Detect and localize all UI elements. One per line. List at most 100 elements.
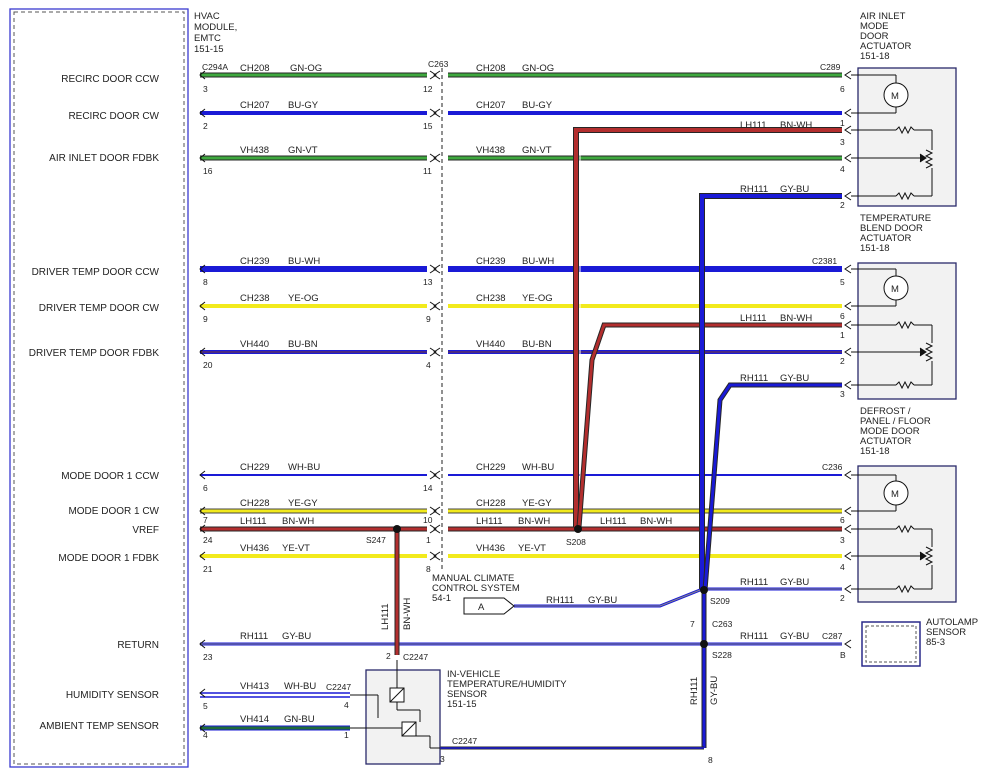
wire-label-rh111-autolamp: RH111 — [740, 631, 768, 642]
module-signal-labels: RECIRC DOOR CCW RECIRC DOOR CW AIR INLET… — [29, 74, 160, 732]
defrost-t4: 151-18 — [860, 446, 890, 457]
wire-label-ch207-r: CH207 — [476, 100, 506, 111]
apin-c263-7: 7 — [690, 619, 695, 629]
wire-label-vh440-l: VH440 — [240, 339, 269, 350]
in-vehicle-sensor-title: IN-VEHICLE TEMPERATURE/HUMIDITY SENSOR 1… — [447, 669, 567, 710]
ipin-2: 11 — [423, 166, 432, 176]
wire-color-ch239-l: BU-WH — [288, 256, 320, 267]
wire-label-ch208-r: CH208 — [476, 63, 506, 74]
wire-label-ch207-l: CH207 — [240, 100, 270, 111]
wire-color-rh111-vert: GY-BU — [709, 676, 720, 705]
wire-color-lh111-m: BN-WH — [518, 516, 550, 527]
module-pin-numbers: 3 2 16 8 9 20 6 7 24 21 23 5 4 — [203, 84, 213, 740]
hvac-title-1: HVAC — [194, 11, 220, 22]
wire-color-vh436-l: YE-VT — [282, 543, 310, 554]
ipin-0: 12 — [423, 84, 433, 94]
wire-color-ch239-r: BU-WH — [522, 256, 554, 267]
mpin-2: 16 — [203, 166, 213, 176]
wire-color-rh111-return: GY-BU — [282, 631, 311, 642]
wire-label-ch229-l: CH229 — [240, 462, 270, 473]
splice-s209 — [700, 586, 708, 594]
svg-text:M: M — [891, 284, 899, 295]
mpin-5: 20 — [203, 360, 213, 370]
wire-label-lh111-l: LH111 — [240, 516, 267, 527]
ref-a-flag[interactable] — [463, 597, 515, 615]
wire-label-lh111-r: LH111 — [600, 516, 627, 527]
wire-label-lh111-temp: LH111 — [740, 313, 767, 324]
wire-label-ch228-r: CH228 — [476, 498, 506, 509]
wire-label-rh111-return: RH111 — [240, 631, 268, 642]
wire-color-vh436-r: YE-VT — [518, 543, 546, 554]
wire-color-ch228-l: YE-GY — [288, 498, 318, 509]
connector-c263-b: C263 — [712, 619, 733, 629]
label-driver-temp-cw: DRIVER TEMP DOOR CW — [39, 303, 160, 314]
mpin-7: 7 — [203, 515, 208, 525]
mpin-3: 8 — [203, 277, 208, 287]
wire-color-ch208-r: GN-OG — [522, 63, 554, 74]
splice-s228-label: S228 — [712, 650, 732, 660]
manual-cc-t2: 54-1 — [432, 593, 451, 604]
wire-color-ch229-r: WH-BU — [522, 462, 554, 473]
apin-sensor-3: 3 — [440, 754, 445, 764]
splice-s208-label: S208 — [566, 537, 586, 547]
actuator-arrows — [844, 70, 852, 649]
wire-color-vh414: GN-BU — [284, 714, 315, 725]
wire-color-rh111-air: GY-BU — [780, 184, 809, 195]
wire-label-vh438-l: VH438 — [240, 145, 269, 156]
wire-label-vh414: VH414 — [240, 714, 269, 725]
apin-autolamp-b: B — [840, 650, 846, 660]
apin-sensor-1: 1 — [344, 730, 349, 740]
label-vref: VREF — [132, 525, 159, 536]
wire-label-vh413: VH413 — [240, 681, 269, 692]
defrost-actuator-title: DEFROST / PANEL / FLOOR MODE DOOR ACTUAT… — [860, 406, 931, 457]
apin-temp-6: 6 — [840, 311, 845, 321]
label-mode-cw: MODE DOOR 1 CW — [68, 506, 159, 517]
apin-def-4: 4 — [840, 562, 845, 572]
wire-label-rh111-defrost: RH111 — [740, 577, 768, 588]
apin-temp-3: 3 — [840, 389, 845, 399]
autolamp-title: AUTOLAMP SENSOR 85-3 — [926, 617, 978, 648]
air-inlet-actuator-title: AIR INLET MODE DOOR ACTUATOR 151-18 — [860, 11, 912, 62]
mpin-11: 5 — [203, 701, 208, 711]
label-recirc-ccw: RECIRC DOOR CCW — [61, 74, 159, 85]
label-ambient-temp: AMBIENT TEMP SENSOR — [40, 721, 159, 732]
wire-color-ch228-r: YE-GY — [522, 498, 552, 509]
wire-color-lh111-temp: BN-WH — [780, 313, 812, 324]
wire-label-lh111-m: LH111 — [476, 516, 503, 527]
connector-c2247-b: C2247 — [326, 682, 351, 692]
wire-color-rh111-a: GY-BU — [588, 595, 617, 606]
wire-color-vh440-r: BU-BN — [522, 339, 552, 350]
wire-color-rh111-temp: GY-BU — [780, 373, 809, 384]
mpin-6: 6 — [203, 483, 208, 493]
wire-color-ch208-l: GN-OG — [290, 63, 322, 74]
wire-color-rh111-autolamp: GY-BU — [780, 631, 809, 642]
wire-color-lh111-vert: BN-WH — [402, 598, 413, 630]
label-humidity: HUMIDITY SENSOR — [66, 690, 159, 701]
wire-label-rh111-vert: RH111 — [689, 677, 700, 705]
apin-def-6: 6 — [840, 515, 845, 525]
apin-temp-2: 2 — [840, 356, 845, 366]
label-driver-temp-ccw: DRIVER TEMP DOOR CCW — [32, 267, 160, 278]
connector-c2247-c: C2247 — [452, 736, 477, 746]
wire-label-ch238-r: CH238 — [476, 293, 506, 304]
apin-air-4: 4 — [840, 164, 845, 174]
mpin-4: 9 — [203, 314, 208, 324]
in-vehicle-t3: 151-15 — [447, 699, 477, 710]
splice-s247-label: S247 — [366, 535, 386, 545]
wire-label-rh111-a: RH111 — [546, 595, 574, 606]
temp-blend-t3: 151-18 — [860, 243, 890, 254]
wire-label-ch228-l: CH228 — [240, 498, 270, 509]
wire-rh111-temp-blend-outline — [702, 382, 842, 591]
ipin-7: 10 — [423, 515, 433, 525]
label-return: RETURN — [117, 640, 159, 651]
connector-c287: C287 — [822, 631, 843, 641]
wire-label-vh438-r: VH438 — [476, 145, 505, 156]
label-recirc-cw: RECIRC DOOR CW — [68, 111, 159, 122]
temp-blend-actuator-title: TEMPERATURE BLEND DOOR ACTUATOR 151-18 — [860, 213, 931, 254]
connector-c263: C263 — [428, 59, 449, 69]
label-driver-temp-fdbk: DRIVER TEMP DOOR FDBK — [29, 348, 160, 359]
ipin-1: 15 — [423, 121, 433, 131]
ipin-9: 8 — [426, 564, 431, 574]
svg-text:M: M — [891, 489, 899, 500]
wire-color-vh438-r: GN-VT — [522, 145, 552, 156]
